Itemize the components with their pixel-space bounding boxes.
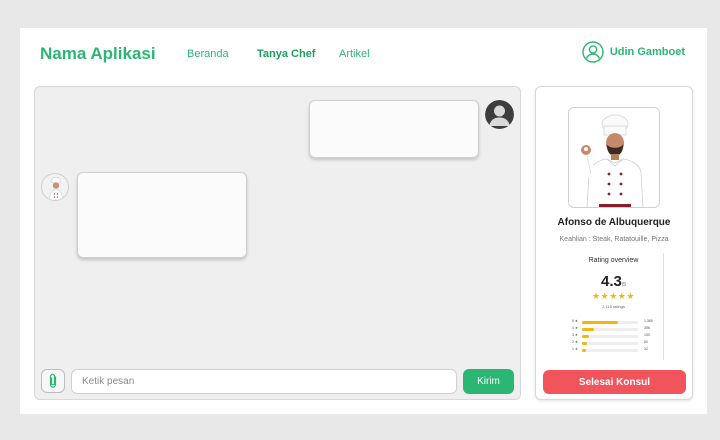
rating-row-label: 5 ★	[572, 319, 579, 323]
nav-beranda[interactable]: Beranda	[187, 48, 229, 60]
user-circle-icon	[582, 41, 604, 63]
incoming-message-bubble	[77, 172, 247, 258]
rating-distribution-row: 2 ★ 80	[572, 340, 656, 346]
rating-row-label: 1 ★	[572, 347, 579, 351]
chef-name: Afonso de Albuquerque	[557, 217, 671, 228]
message-input[interactable]	[71, 369, 457, 394]
star-half-icon: ★	[626, 291, 635, 301]
chef-avatar	[41, 173, 69, 201]
rating-bar-track	[582, 321, 638, 324]
chef-profile-panel: Afonso de Albuquerque Keahlian : Steak, …	[535, 86, 693, 400]
app-window: Nama Aplikasi Beranda Tanya Chef Artikel…	[20, 28, 707, 414]
rating-distribution-row: 3 ★ 150	[572, 333, 656, 339]
rating-bar-track	[582, 342, 638, 345]
nav-artikel[interactable]: Artikel	[339, 48, 370, 60]
rating-distribution-row: 4 ★ 356	[572, 326, 656, 332]
rating-row-label: 4 ★	[572, 326, 579, 330]
user-name: Udin Gamboet	[609, 46, 685, 58]
rating-row-count: 32	[644, 347, 648, 351]
rating-bar-fill	[582, 342, 588, 345]
rating-score-value: 4.3	[600, 273, 622, 290]
user-avatar	[485, 100, 514, 129]
rating-row-count: 150	[644, 333, 650, 337]
rating-distribution-row: 5 ★ 1,365	[572, 319, 656, 325]
rating-bar-fill	[582, 335, 589, 338]
nav-tanya-chef[interactable]: Tanya Chef	[257, 48, 315, 60]
user-menu[interactable]: Udin Gamboet	[582, 41, 685, 63]
end-consultation-button[interactable]: Selesai Konsul	[543, 370, 686, 394]
message-composer: Kirim	[41, 369, 515, 395]
rating-row-count: 1,365	[644, 319, 653, 323]
attach-button[interactable]	[41, 369, 65, 393]
rating-bar-track	[582, 349, 638, 352]
rating-row-label: 2 ★	[572, 340, 579, 344]
rating-bar-track	[582, 328, 638, 331]
rating-overview: Rating overview 4.3/5 ★★★★★ 2,115 rating…	[564, 253, 664, 360]
chef-icon	[48, 176, 64, 200]
chef-skills: Keahlian : Steak, Ratatouille, Pizza	[559, 236, 669, 243]
rating-bar-fill	[582, 349, 586, 352]
rating-distribution-row: 1 ★ 32	[572, 347, 656, 353]
rating-row-label: 3 ★	[572, 333, 579, 337]
user-silhouette-icon	[485, 100, 514, 129]
star-icon: ★	[609, 291, 618, 301]
star-icon: ★	[592, 291, 601, 301]
rating-bar-track	[582, 335, 638, 338]
outgoing-message-bubble	[309, 100, 479, 158]
rating-bar-fill	[582, 321, 619, 324]
rating-bar-fill	[582, 328, 595, 331]
app-brand[interactable]: Nama Aplikasi	[40, 44, 156, 64]
chef-photo	[568, 107, 660, 208]
star-icon: ★	[600, 291, 610, 301]
rating-count: 2,115 ratings	[602, 304, 625, 309]
rating-row-count: 356	[644, 326, 650, 330]
rating-row-count: 80	[644, 340, 648, 344]
rating-title: Rating overview	[588, 257, 639, 264]
rating-score-max: /5	[621, 282, 627, 288]
rating-stars: ★★★★★	[564, 291, 663, 302]
chat-panel: Kirim	[34, 86, 521, 400]
rating-score: 4.3/5	[564, 273, 663, 291]
paperclip-icon	[49, 373, 57, 388]
send-button[interactable]: Kirim	[463, 369, 514, 394]
chef-portrait-image	[569, 108, 659, 207]
